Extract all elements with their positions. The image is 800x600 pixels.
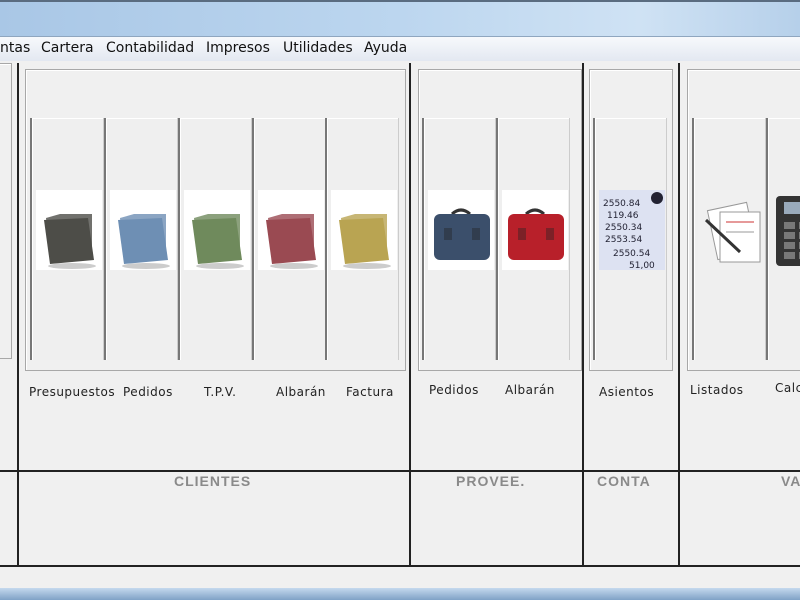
varios-button-label: Calc bbox=[775, 381, 800, 395]
menu-contabilidad[interactable]: Contabilidad bbox=[106, 40, 194, 56]
conta-button-label: Asientos bbox=[599, 385, 655, 399]
proveedores-button-label: Albarán bbox=[505, 383, 555, 397]
clientes-button-label: Factura bbox=[346, 385, 394, 399]
menu-impresos[interactable]: Impresos bbox=[206, 40, 270, 56]
group-title-conta: CONTA bbox=[597, 473, 651, 489]
conta-button-0[interactable]: 2550.84 119.46 2550.34 2553.54 2550.54 51,00 bbox=[593, 118, 667, 360]
clientes-button-2[interactable] bbox=[178, 118, 252, 360]
proveedores-button-0[interactable] bbox=[422, 118, 496, 360]
divider bbox=[0, 470, 800, 472]
proveedores-button-label: Pedidos bbox=[429, 383, 479, 397]
clientes-button-0[interactable] bbox=[30, 118, 104, 360]
proveedores-button-1[interactable] bbox=[496, 118, 570, 360]
clientes-button-1[interactable] bbox=[104, 118, 178, 360]
divider bbox=[678, 63, 680, 565]
clientes-button-label: Pedidos bbox=[123, 385, 173, 399]
clientes-button-label: Albarán bbox=[276, 385, 326, 399]
varios-button-0[interactable] bbox=[692, 118, 766, 360]
divider bbox=[0, 565, 800, 567]
clientes-button-3[interactable] bbox=[252, 118, 326, 360]
group-title-clientes: CLIENTES bbox=[174, 473, 252, 489]
group-title-varios: VA bbox=[781, 473, 800, 489]
menu-ventas[interactable]: ntas bbox=[0, 40, 30, 56]
svg-text:2553.54: 2553.54 bbox=[605, 235, 642, 245]
left-group-frame bbox=[0, 63, 12, 359]
title-bar bbox=[0, 0, 800, 37]
clientes-button-label: Presupuestos bbox=[29, 385, 116, 399]
varios-button-1[interactable] bbox=[766, 118, 800, 360]
varios-button-label: Listados bbox=[690, 383, 744, 397]
menu-bar: ntas Cartera Contabilidad Impresos Utili… bbox=[0, 37, 800, 61]
svg-text:2550.84: 2550.84 bbox=[603, 199, 640, 209]
menu-cartera[interactable]: Cartera bbox=[41, 40, 94, 56]
divider bbox=[17, 63, 19, 565]
clientes-button-4[interactable] bbox=[325, 118, 399, 360]
taskbar bbox=[0, 588, 800, 600]
divider bbox=[582, 63, 584, 565]
svg-text:2550.34: 2550.34 bbox=[605, 223, 642, 233]
svg-text:51,00: 51,00 bbox=[629, 261, 655, 270]
divider bbox=[409, 63, 411, 565]
group-title-proveedores: PROVEE. bbox=[456, 473, 526, 489]
menu-ayuda[interactable]: Ayuda bbox=[364, 40, 407, 56]
menu-utilidades[interactable]: Utilidades bbox=[283, 40, 353, 56]
svg-text:119.46: 119.46 bbox=[607, 211, 639, 221]
clientes-button-label: T.P.V. bbox=[204, 385, 237, 399]
svg-text:2550.54: 2550.54 bbox=[613, 249, 650, 259]
